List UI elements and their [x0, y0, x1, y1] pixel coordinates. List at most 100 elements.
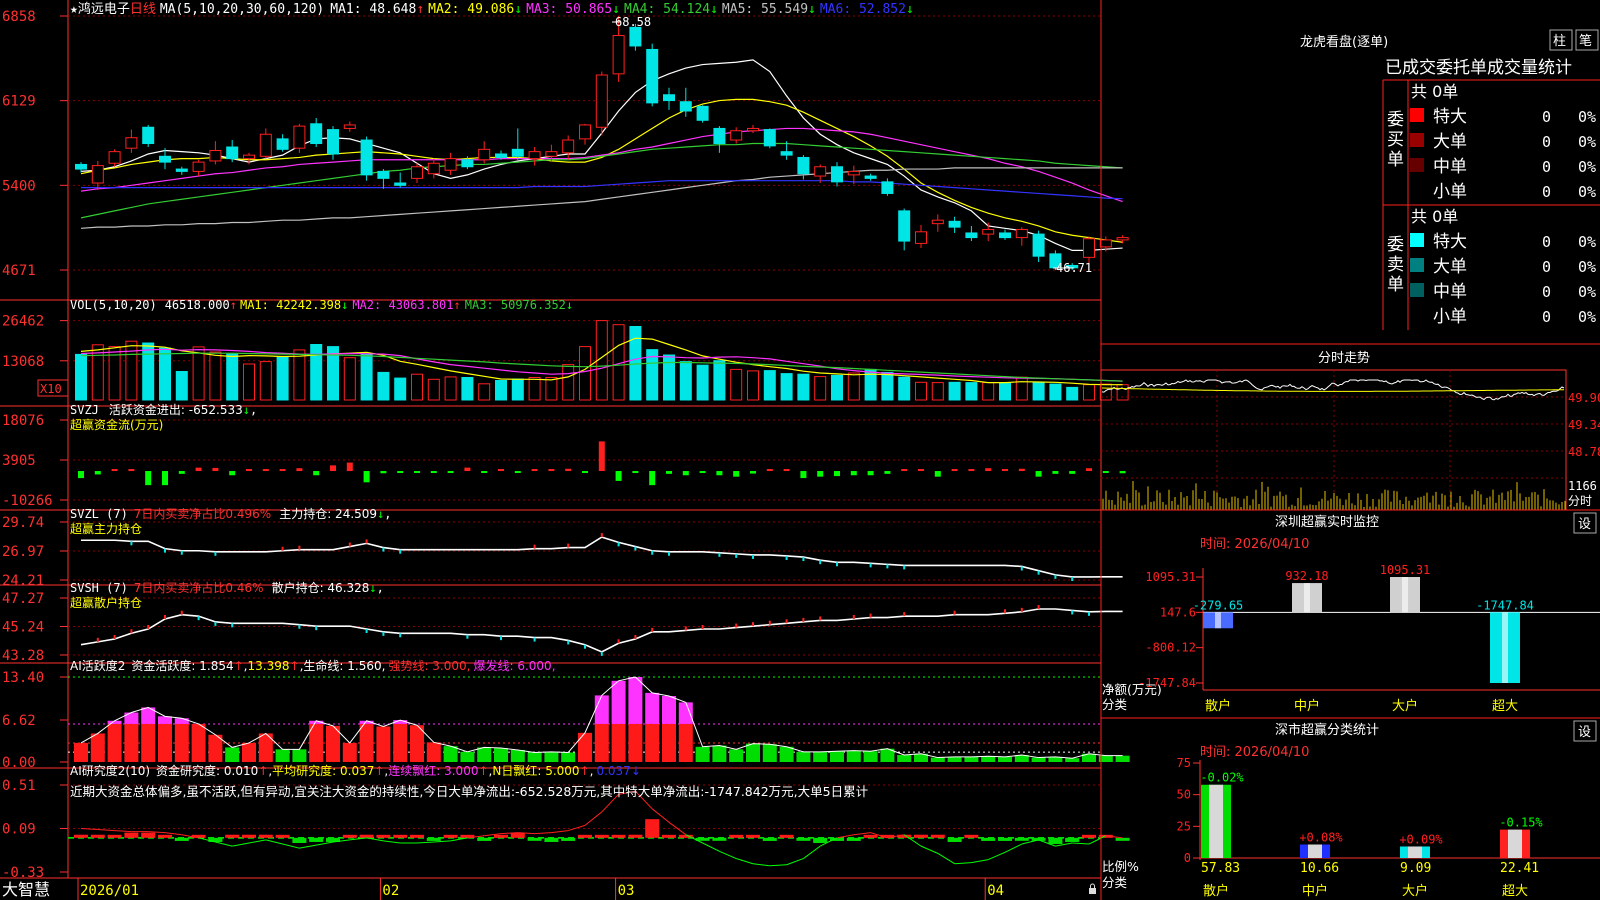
- candle-body: [377, 170, 390, 179]
- svzj-bar: [1035, 471, 1042, 477]
- ai2-bar: [628, 834, 643, 838]
- brand-logo[interactable]: 大智慧: [2, 880, 50, 899]
- volume-bar: [847, 372, 860, 401]
- price-tick-label: 4671: [2, 263, 36, 279]
- x-axis-label: 2026/01: [80, 883, 139, 899]
- volume-bar: [444, 376, 457, 401]
- ai1-bar-burst: [662, 696, 676, 724]
- row-value: 0: [1542, 133, 1551, 151]
- row-name: 中单: [1433, 282, 1467, 302]
- ai1-bar: [645, 723, 660, 762]
- row-name: 大单: [1433, 257, 1467, 277]
- candle-body: [259, 133, 272, 157]
- ai2-bar: [863, 834, 878, 838]
- svzj-bar: [346, 462, 353, 472]
- sz-category: 散户: [1205, 698, 1231, 714]
- svzj-bar: [1069, 471, 1076, 474]
- ai1-burst: 爆发线: 6.000: [473, 658, 551, 673]
- x-axis-label: 04: [987, 883, 1004, 899]
- ai2-bar: [208, 837, 223, 842]
- ai1-tick-label: 13.40: [2, 670, 44, 686]
- intraday-vol-tick: 1166: [1568, 479, 1597, 493]
- svzj-bar: [649, 471, 656, 486]
- sm-settings-label: 设: [1578, 725, 1591, 740]
- ai1-bar: [443, 746, 458, 762]
- candle-body: [562, 139, 575, 154]
- period-label[interactable]: 日线: [130, 2, 156, 17]
- candle-body: [461, 159, 474, 168]
- ai2-streak-arrow: ↑: [478, 764, 488, 778]
- row-name: 特大: [1433, 232, 1467, 252]
- ai2-tick-label: 0.51: [2, 778, 36, 794]
- candle-body: [511, 148, 524, 157]
- ai1-bar: [1031, 757, 1046, 762]
- ai2-bar: [712, 837, 727, 841]
- volume-bar: [915, 381, 927, 401]
- svg-text:VOL(5,10,20)46518.000↑MA1: 422: VOL(5,10,20) 46518.000↑ MA1: 42242.398↓ MA2…: [70, 298, 573, 312]
- volume-bar: [982, 382, 995, 401]
- star-icon[interactable]: ★: [70, 2, 78, 17]
- row-name: 小单: [1433, 307, 1467, 327]
- ai1-bar: [225, 747, 240, 762]
- ai2-bar: [796, 837, 811, 841]
- volume-bar: [1015, 376, 1028, 401]
- ai2-bar: [746, 834, 760, 838]
- row-value: 0: [1542, 308, 1551, 326]
- candle-body: [797, 156, 810, 175]
- sm-tick-label: 75: [1177, 756, 1191, 770]
- ai1-tick-label: 6.62: [2, 713, 36, 729]
- volume-bar: [243, 363, 255, 401]
- ai2-avg: 平均研究度: 0.037: [272, 763, 374, 778]
- svzj-bar: [817, 471, 824, 477]
- volume-bar: [411, 373, 423, 401]
- sell-side-char: 委: [1387, 235, 1404, 255]
- ai2-bar: [813, 837, 828, 843]
- ai1-bar: [460, 751, 475, 762]
- candle-body: [814, 166, 827, 177]
- vol-tick-label: 13068: [2, 354, 44, 370]
- candle-body: [1083, 238, 1095, 258]
- candle-body: [91, 165, 104, 184]
- candle-body: [192, 161, 205, 172]
- svzj-bar: [716, 471, 723, 476]
- sm-stat-title: 深市超赢分类统计: [1275, 722, 1379, 738]
- svzj-bar: [279, 469, 286, 472]
- sz-xlabel: 分类: [1102, 697, 1128, 712]
- ai1-bar: [712, 745, 727, 762]
- ai1-strong: 强势线: 3.000: [388, 659, 466, 673]
- candle-body: [478, 148, 491, 161]
- price-header: ★鸿远电子日线 MA(5,10,20,30,60,120) MA1: 48.648↑…: [70, 1, 914, 17]
- svzj-tick-label: 18076: [2, 413, 44, 429]
- svzj-bar: [632, 471, 639, 474]
- sz-bar-shine: [1402, 577, 1408, 613]
- svzj-bar: [246, 469, 252, 472]
- stock-terminal: 6858 6129 5400 4671 ★鸿远电子日线 MA(5,10,20,30,60…: [0, 0, 1600, 900]
- ma3-value: MA3: 50.865: [526, 2, 612, 17]
- svzj-tick-label: -10266: [2, 493, 53, 509]
- ai2-bar: [846, 837, 861, 841]
- sm-tick-label: 50: [1177, 788, 1191, 802]
- svsh-tick-label: 45.24: [2, 620, 44, 636]
- svg-text:AI活跃度2资金活跃度: 1.854↑,13.398↑,生命: AI活跃度2 资金活跃度: 1.854↑,13.398↑,生命线: 1.560, 强…: [70, 658, 556, 673]
- ai1-bar: [779, 746, 794, 762]
- sm-bar-center: [1508, 829, 1522, 858]
- candle-body: [747, 127, 759, 132]
- ai1-bar: [359, 723, 374, 762]
- sell-side-char: 单: [1387, 275, 1404, 295]
- svzj-bar: [430, 471, 437, 474]
- svzj-title: SVZJ: [70, 403, 99, 417]
- row-swatch: [1410, 108, 1424, 122]
- ai1-bar: [141, 723, 156, 762]
- ai1-bar-burst: [611, 680, 626, 724]
- svzj-bar: [514, 471, 521, 474]
- svzj-bar: [985, 468, 992, 472]
- candle-body: [1015, 228, 1028, 239]
- volume-bar: [226, 353, 239, 401]
- svzj-bar: [195, 467, 202, 472]
- svzj-bar: [1102, 471, 1109, 474]
- ai2-bar: [1014, 837, 1029, 841]
- ai1-bar-burst: [645, 692, 660, 724]
- ai2-bar: [158, 834, 172, 838]
- svzj-bar: [548, 469, 555, 472]
- candle-body: [713, 127, 726, 145]
